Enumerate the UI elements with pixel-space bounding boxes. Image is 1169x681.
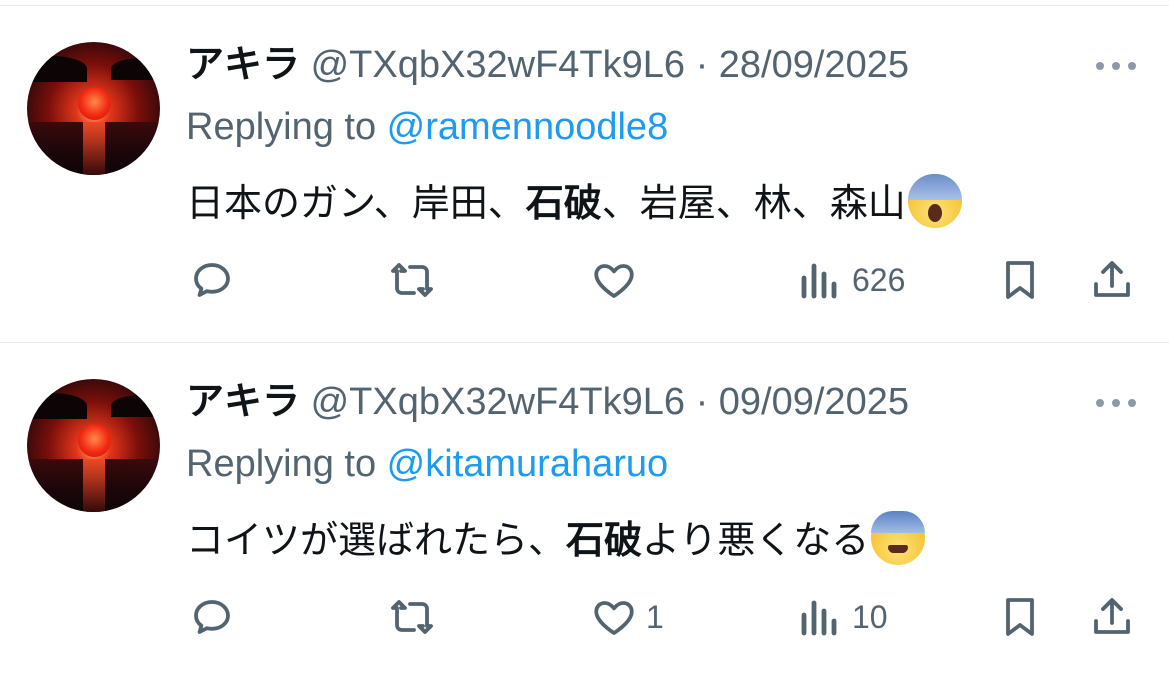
tweet-text-bold: 石破 xyxy=(566,520,643,562)
tweet-date[interactable]: 28/09/2025 xyxy=(719,44,909,86)
tweet-header: アキラ @TXqbX32wF4Tk9L6 · 28/09/2025 xyxy=(186,40,909,90)
more-dots-icon[interactable] xyxy=(1094,58,1138,74)
avatar-sun xyxy=(78,424,111,457)
views-button[interactable]: 10 xyxy=(796,589,888,645)
tweet-actions: 1 10 xyxy=(0,589,1169,645)
fearful-face-emoji xyxy=(871,511,926,565)
face-screaming-in-fear-emoji xyxy=(907,174,962,228)
tweet-text-part: 、岩屋、林、森山 xyxy=(601,183,906,225)
replying-to-line: Replying to @kitamuraharuo xyxy=(186,439,668,489)
share-button[interactable] xyxy=(1088,589,1136,645)
tweet[interactable]: アキラ @TXqbX32wF4Tk9L6 · 28/09/2025 Replyi… xyxy=(0,6,1169,342)
retweet-icon xyxy=(391,600,433,634)
reply-mention-link[interactable]: @kitamuraharuo xyxy=(387,443,668,485)
avatar[interactable] xyxy=(27,42,160,175)
replying-to-line: Replying to @ramennoodle8 xyxy=(186,102,668,152)
tweet-text-bold: 石破 xyxy=(525,183,602,225)
user-handle[interactable]: @TXqbX32wF4Tk9L6 xyxy=(311,381,685,423)
views-count: 10 xyxy=(852,598,888,635)
tweet-actions: 626 xyxy=(0,252,1169,308)
avatar[interactable] xyxy=(27,379,160,512)
tweet-header: アキラ @TXqbX32wF4Tk9L6 · 09/09/2025 xyxy=(186,377,909,427)
views-bar-chart-icon xyxy=(801,600,837,636)
display-name[interactable]: アキラ xyxy=(186,44,300,86)
tweet-text: 日本のガン、岸田、石破、岩屋、林、森山 xyxy=(186,174,962,230)
replying-prefix: Replying to xyxy=(186,443,387,485)
tweet-text-part: コイツが選ばれたら、 xyxy=(186,520,567,562)
retweet-icon xyxy=(391,263,433,297)
share-button[interactable] xyxy=(1088,252,1136,308)
like-button[interactable] xyxy=(590,252,646,308)
bookmark-button[interactable] xyxy=(996,589,1044,645)
user-handle[interactable]: @TXqbX32wF4Tk9L6 xyxy=(311,44,685,86)
views-count: 626 xyxy=(852,261,906,298)
more-dots-icon[interactable] xyxy=(1094,395,1138,411)
heart-icon xyxy=(594,601,634,635)
like-count: 1 xyxy=(646,598,664,635)
avatar-reflection xyxy=(83,122,105,175)
display-name[interactable]: アキラ xyxy=(186,381,300,423)
avatar-reflection xyxy=(83,459,105,512)
tweet-text-part: 日本のガン、岸田、 xyxy=(186,183,526,225)
header-separator: · xyxy=(695,381,709,423)
avatar-hill-left xyxy=(27,393,87,419)
share-icon xyxy=(1094,598,1130,634)
like-button[interactable]: 1 xyxy=(590,589,664,645)
bookmark-icon xyxy=(1006,598,1034,636)
bookmark-button[interactable] xyxy=(996,252,1044,308)
tweet-date[interactable]: 09/09/2025 xyxy=(719,381,909,423)
replying-prefix: Replying to xyxy=(186,106,387,148)
heart-icon xyxy=(594,264,634,298)
share-icon xyxy=(1094,261,1130,297)
reply-icon xyxy=(194,263,230,297)
reply-button[interactable] xyxy=(188,252,244,308)
avatar-hill-right xyxy=(111,58,160,80)
retweet-button[interactable] xyxy=(388,589,444,645)
avatar-sun xyxy=(78,87,111,120)
retweet-button[interactable] xyxy=(388,252,444,308)
tweet-text: コイツが選ばれたら、石破より悪くなる xyxy=(186,511,926,567)
views-button[interactable]: 626 xyxy=(796,252,905,308)
avatar-hill-left xyxy=(27,56,87,82)
reply-mention-link[interactable]: @ramennoodle8 xyxy=(387,106,669,148)
bookmark-icon xyxy=(1006,261,1034,299)
views-bar-chart-icon xyxy=(801,263,837,299)
avatar-hill-right xyxy=(111,395,160,417)
tweet-text-part: より悪くなる xyxy=(642,520,870,562)
reply-button[interactable] xyxy=(188,589,244,645)
header-separator: · xyxy=(695,44,709,86)
tweet[interactable]: アキラ @TXqbX32wF4Tk9L6 · 09/09/2025 Replyi… xyxy=(0,343,1169,679)
reply-icon xyxy=(194,600,230,634)
